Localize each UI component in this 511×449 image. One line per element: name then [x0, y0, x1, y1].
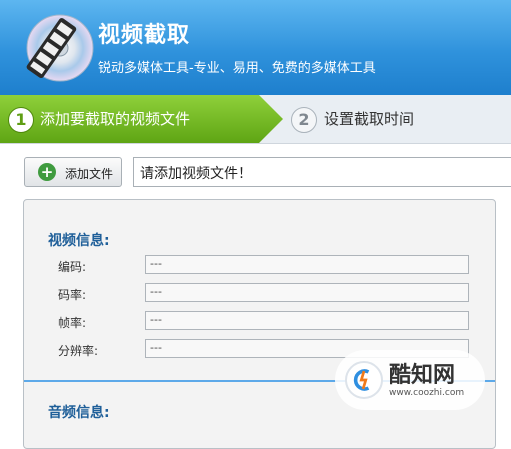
add-file-label: 添加文件 [65, 167, 114, 181]
add-file-button[interactable]: + 添加文件 [24, 157, 122, 187]
step-number-2: 2 [291, 107, 317, 133]
watermark: 酷知网 www.coozhi.com [335, 350, 485, 410]
app-title: 视频截取 [98, 23, 191, 48]
step-add-file[interactable]: 1 添加要截取的视频文件 [0, 95, 283, 143]
coozhi-logo-icon [345, 361, 383, 399]
video-info-title: 视频信息: [48, 233, 110, 249]
audio-info-title: 音频信息: [48, 405, 110, 421]
app-header: 视频截取 锐动多媒体工具-专业、易用、免费的多媒体工具 [0, 0, 511, 95]
codec-field: --- [145, 255, 469, 274]
file-path-field[interactable]: 请添加视频文件！ [133, 157, 511, 187]
app-subtitle: 锐动多媒体工具-专业、易用、免费的多媒体工具 [98, 61, 376, 76]
step-bar: 1 添加要截取的视频文件 2 设置截取时间 [0, 95, 511, 144]
watermark-text: 酷知网 [389, 363, 456, 388]
plus-icon: + [38, 163, 56, 181]
step-label-1: 添加要截取的视频文件 [40, 110, 191, 128]
framerate-field: --- [145, 311, 469, 330]
info-panel: 视频信息: 编码: --- 码率: --- 帧率: --- 分辨率: --- 音… [23, 199, 496, 449]
resolution-label: 分辨率: [58, 344, 99, 358]
step-number-1: 1 [8, 107, 34, 133]
step-label-2: 设置截取时间 [324, 110, 415, 128]
bitrate-label: 码率: [58, 288, 87, 302]
bitrate-field: --- [145, 283, 469, 302]
film-reel-cd-icon [26, 14, 94, 82]
framerate-label: 帧率: [58, 316, 87, 330]
watermark-url: www.coozhi.com [389, 388, 465, 398]
codec-label: 编码: [58, 260, 87, 274]
